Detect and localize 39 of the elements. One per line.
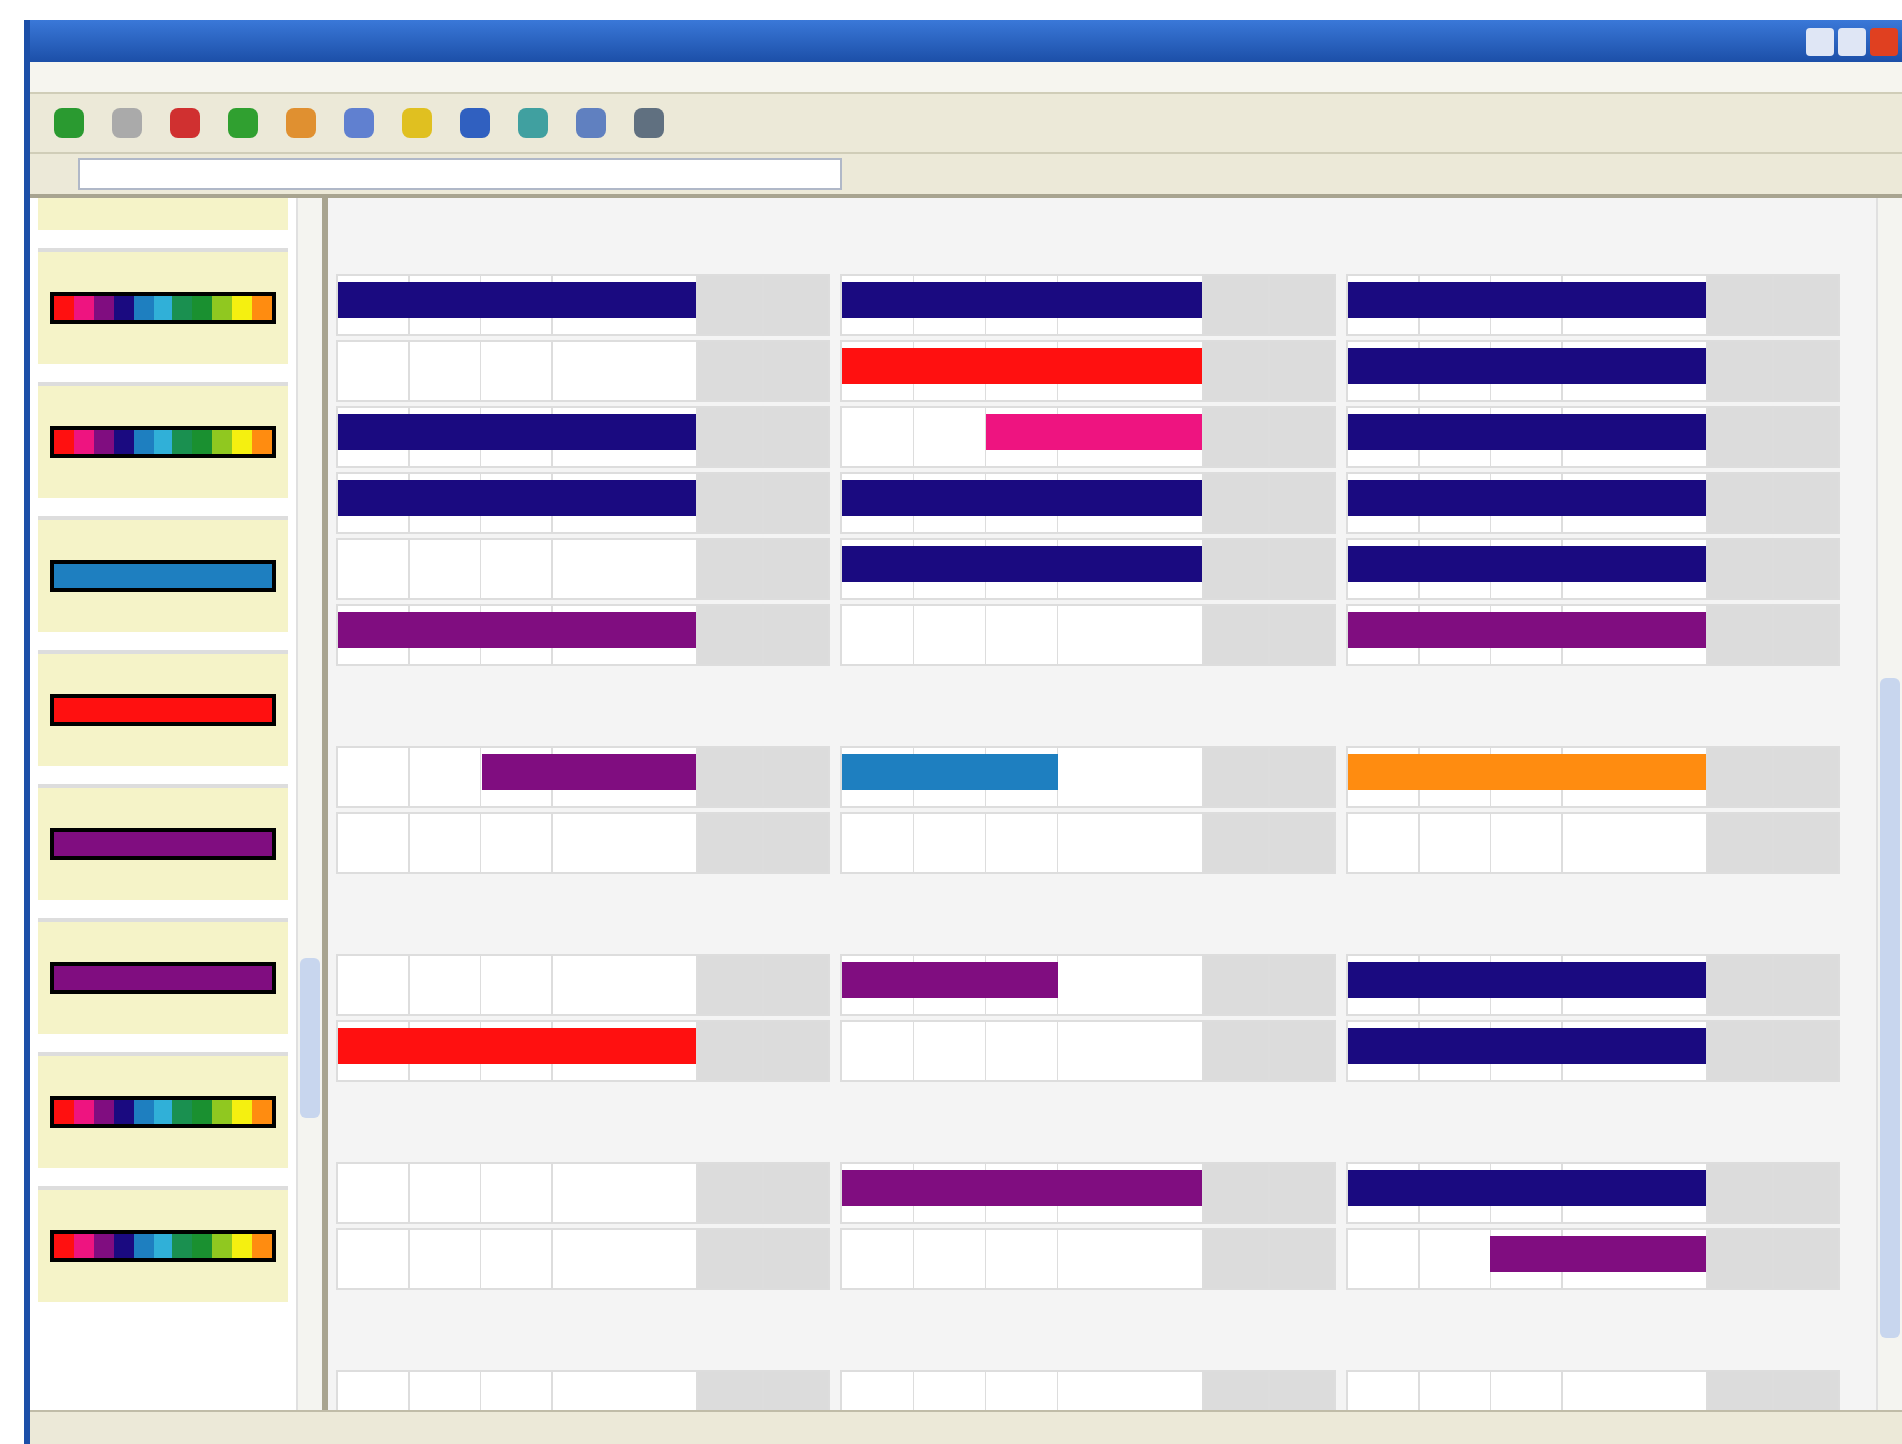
schedule-bar[interactable] bbox=[1347, 754, 1706, 790]
toolbar-icon[interactable] bbox=[460, 108, 490, 138]
minimize-button[interactable] bbox=[1806, 27, 1834, 55]
schedule-bar[interactable] bbox=[1347, 962, 1706, 998]
schedule-bar[interactable] bbox=[1347, 480, 1706, 516]
toolbar-icon[interactable] bbox=[518, 108, 548, 138]
toolbar-icon[interactable] bbox=[228, 108, 258, 138]
schedule-bar[interactable] bbox=[338, 1028, 697, 1064]
schedule-bar[interactable] bbox=[986, 414, 1202, 450]
schedule-bar[interactable] bbox=[1490, 1236, 1706, 1272]
schedule-bar[interactable] bbox=[1347, 1028, 1706, 1064]
schedule-bar[interactable] bbox=[842, 1170, 1202, 1206]
schedule-bar[interactable] bbox=[842, 348, 1202, 384]
schedule-bar[interactable] bbox=[1347, 1170, 1706, 1206]
scrollbar[interactable] bbox=[296, 198, 322, 1410]
scrollbar[interactable] bbox=[1876, 198, 1902, 1410]
toolbar-icon[interactable] bbox=[344, 108, 374, 138]
schedule-bar[interactable] bbox=[1347, 546, 1706, 582]
schedule-bar[interactable] bbox=[1347, 612, 1706, 648]
schedule-bar[interactable] bbox=[1347, 348, 1706, 384]
toolbar-icon[interactable] bbox=[286, 108, 316, 138]
schedule-bar[interactable] bbox=[1347, 414, 1706, 450]
schedule-bar[interactable] bbox=[842, 962, 1058, 998]
schedule-bar[interactable] bbox=[338, 282, 697, 318]
schedule-bar[interactable] bbox=[338, 414, 697, 450]
toolbar-icon[interactable] bbox=[634, 108, 664, 138]
schedule-bar[interactable] bbox=[842, 282, 1202, 318]
schedule-bar[interactable] bbox=[842, 480, 1202, 516]
schedule-bar[interactable] bbox=[338, 612, 697, 648]
maximize-button[interactable] bbox=[1838, 27, 1866, 55]
toolbar-icon[interactable] bbox=[576, 108, 606, 138]
schedule-bar[interactable] bbox=[842, 546, 1202, 582]
address-field[interactable] bbox=[78, 158, 842, 190]
toolbar-icon[interactable] bbox=[170, 108, 200, 138]
schedule-bar[interactable] bbox=[338, 480, 697, 516]
toolbar-icon[interactable] bbox=[54, 108, 84, 138]
schedule-bar[interactable] bbox=[481, 754, 697, 790]
schedule-bar[interactable] bbox=[842, 754, 1058, 790]
schedule-bar[interactable] bbox=[1347, 282, 1706, 318]
